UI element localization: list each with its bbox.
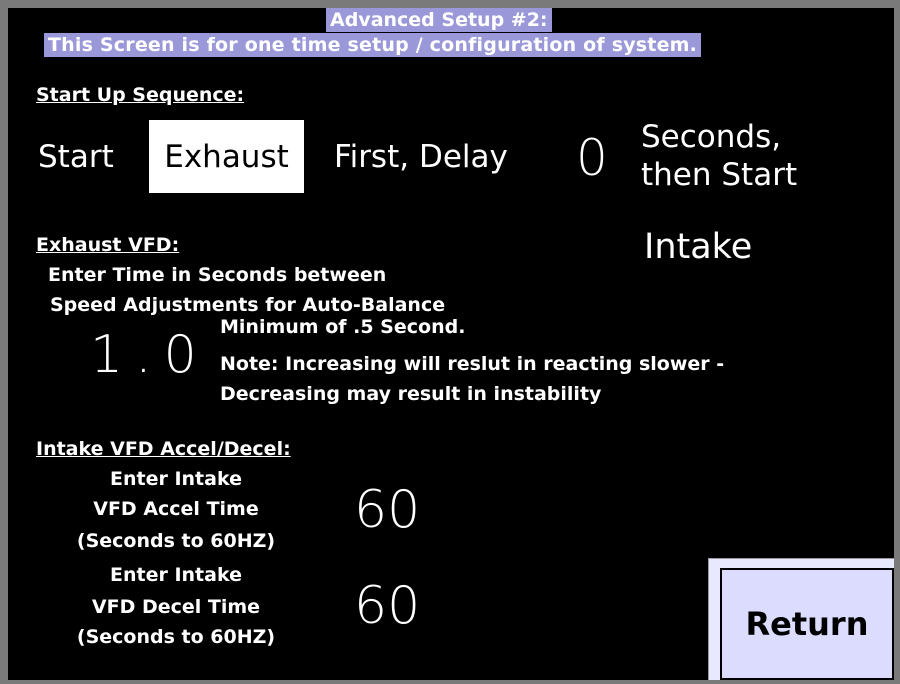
return-button[interactable]: Return <box>720 568 894 680</box>
screen-subtitle: This Screen is for one time setup / conf… <box>44 33 702 57</box>
intake-decel-time-input[interactable]: 60 <box>354 576 420 636</box>
seconds-label-line2: then Start <box>641 157 798 193</box>
decel-label-line1: Enter Intake <box>110 564 242 586</box>
hmi-screen: Advanced Setup #2: This Screen is for on… <box>8 8 894 680</box>
decel-label-line3: (Seconds to 60HZ) <box>76 626 276 648</box>
decel-label-line2: VFD Decel Time <box>91 596 261 618</box>
return-button-label: Return <box>745 605 869 643</box>
seconds-label-line1: Seconds, <box>641 119 782 155</box>
intake-accel-time-input[interactable]: 60 <box>354 480 420 540</box>
start-label: Start <box>38 139 114 175</box>
exhaust-note-line2: Note: Increasing will reslut in reacting… <box>220 353 725 375</box>
startup-section-label: Start Up Sequence: <box>36 84 245 106</box>
accel-label-line3: (Seconds to 60HZ) <box>76 530 276 552</box>
first-delay-label: First, Delay <box>334 139 508 175</box>
intake-vfd-section-label: Intake VFD Accel/Decel: <box>36 438 291 460</box>
second-fan-label: Intake <box>644 227 753 267</box>
exhaust-instruction-line2: Speed Adjustments for Auto-Balance <box>50 294 446 316</box>
exhaust-note-line1: Minimum of .5 Second. <box>220 316 466 338</box>
accel-label-line2: VFD Accel Time <box>93 498 259 520</box>
startup-delay-input[interactable]: 0 <box>576 130 608 186</box>
first-fan-select-button[interactable]: Exhaust <box>149 120 304 193</box>
exhaust-vfd-section-label: Exhaust VFD: <box>36 234 180 256</box>
screen-title: Advanced Setup #2: <box>326 8 552 32</box>
auto-balance-time-input[interactable]: 1.0 <box>90 326 209 384</box>
exhaust-instruction-line1: Enter Time in Seconds between <box>48 264 387 286</box>
first-fan-select-label: Exhaust <box>164 138 289 175</box>
accel-label-line1: Enter Intake <box>110 468 242 490</box>
exhaust-note-line3: Decreasing may result in instability <box>220 383 602 405</box>
